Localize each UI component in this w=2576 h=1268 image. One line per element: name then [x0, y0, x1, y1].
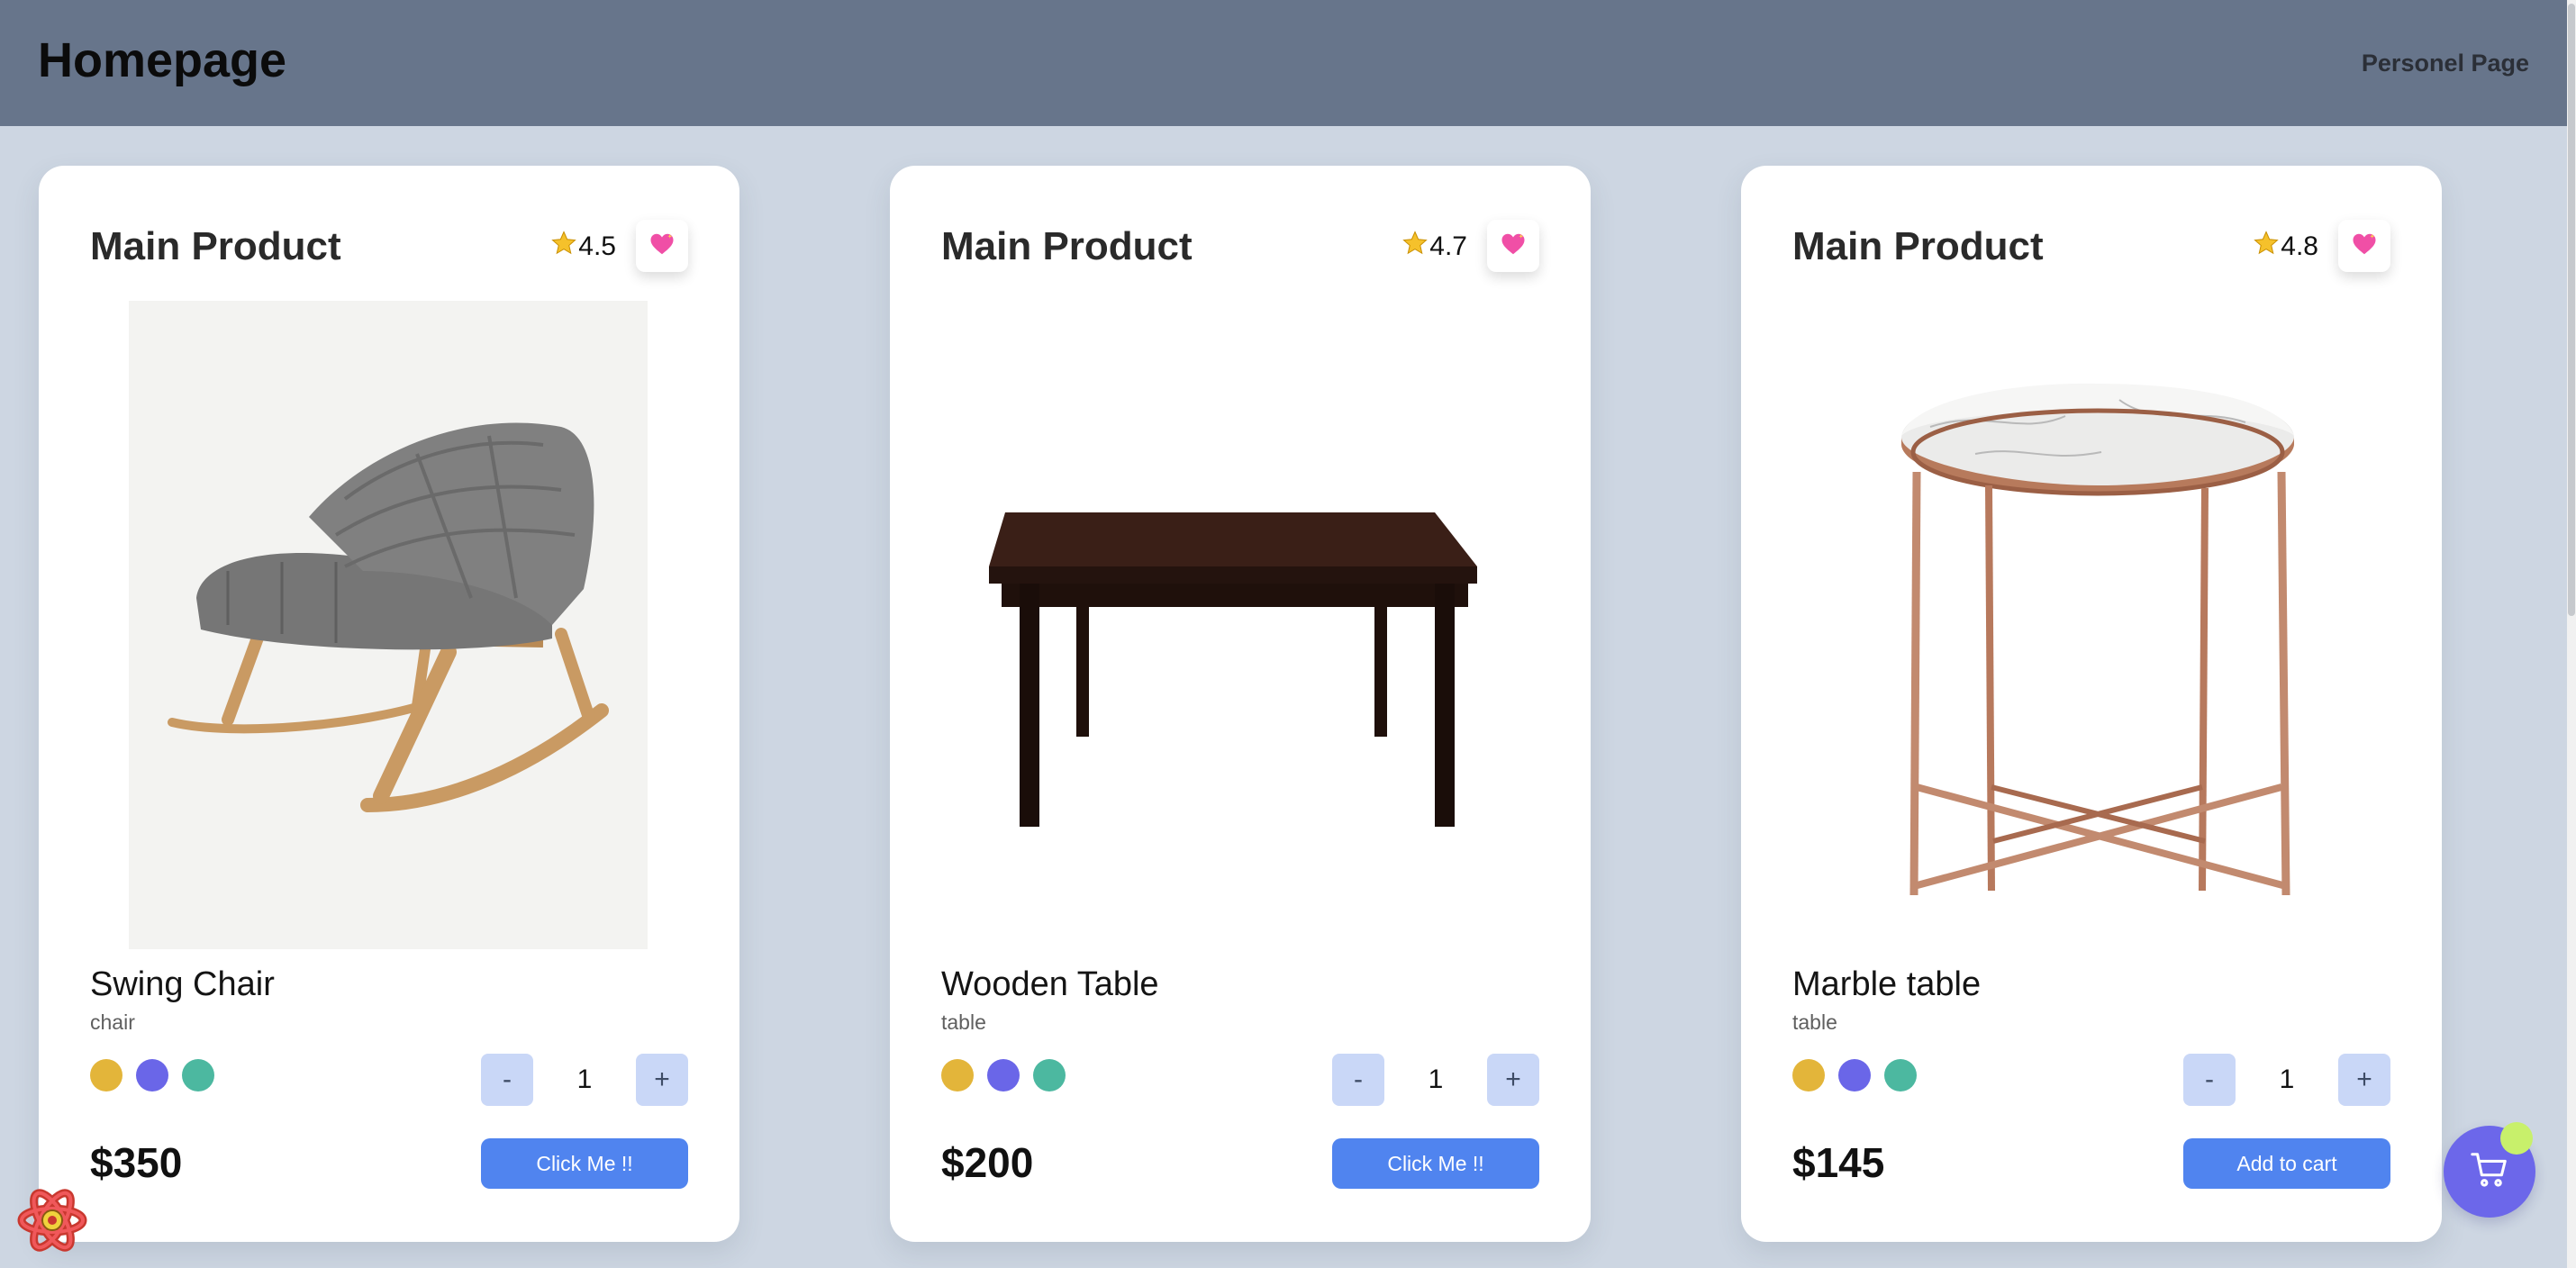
marble-table-illustration: [1901, 383, 2294, 896]
quantity-value: 1: [576, 1064, 593, 1094]
product-image: [129, 301, 648, 949]
color-swatch-indigo[interactable]: [136, 1059, 168, 1091]
rating: 4.5: [550, 220, 616, 274]
color-swatch-yellow[interactable]: [941, 1059, 974, 1091]
click-me-button[interactable]: Click Me !!: [1332, 1138, 1539, 1189]
color-swatch-teal[interactable]: [1884, 1059, 1917, 1091]
color-swatch-teal[interactable]: [182, 1059, 214, 1091]
product-category: chair: [90, 1010, 135, 1034]
decrement-button[interactable]: -: [1332, 1054, 1384, 1106]
card-header: Main Product 4.7: [941, 220, 1539, 274]
quantity-stepper: - 1 +: [2183, 1054, 2390, 1106]
quantity-stepper: - 1 +: [481, 1054, 688, 1106]
product-price: $350: [90, 1139, 183, 1186]
wooden-table-illustration: [989, 512, 1477, 827]
card-title: Main Product: [90, 224, 341, 268]
quantity-value: 1: [1428, 1064, 1444, 1094]
rating: 4.7: [1401, 220, 1467, 274]
personel-page-link[interactable]: Personel Page: [2362, 50, 2529, 77]
color-swatch-yellow[interactable]: [1792, 1059, 1825, 1091]
star-icon: [2253, 230, 2280, 264]
color-swatch-indigo[interactable]: [1838, 1059, 1871, 1091]
rocking-chair-illustration: [168, 422, 609, 812]
rating: 4.8: [2253, 220, 2318, 274]
rating-value: 4.5: [578, 231, 616, 261]
rating-value: 4.7: [1429, 231, 1467, 261]
color-swatches: [1792, 1059, 1917, 1091]
rating-value: 4.8: [2281, 231, 2318, 261]
card-title: Main Product: [1792, 224, 2044, 268]
decrement-button[interactable]: -: [481, 1054, 533, 1106]
product-image: [1831, 301, 2350, 949]
product-category: table: [1792, 1010, 1837, 1034]
heart-icon: [1500, 231, 1527, 262]
increment-button[interactable]: +: [1487, 1054, 1539, 1106]
color-swatch-teal[interactable]: [1033, 1059, 1066, 1091]
color-swatch-yellow[interactable]: [90, 1059, 122, 1091]
product-price: $145: [1792, 1139, 1885, 1186]
product-name: Swing Chair: [90, 965, 275, 1003]
star-icon: [1401, 230, 1429, 264]
add-to-cart-button[interactable]: Add to cart: [2183, 1138, 2390, 1189]
heart-icon: [649, 231, 676, 262]
favorite-button[interactable]: [2338, 220, 2390, 272]
scrollbar[interactable]: [2567, 0, 2576, 1268]
react-logo[interactable]: [16, 1184, 88, 1256]
quantity-stepper: - 1 +: [1332, 1054, 1539, 1106]
card-header: Main Product 4.5: [90, 220, 688, 274]
cart-badge: [2500, 1122, 2533, 1155]
color-swatch-indigo[interactable]: [987, 1059, 1020, 1091]
color-swatches: [90, 1059, 214, 1091]
cart-icon: [2469, 1149, 2510, 1195]
top-header: Homepage Personel Page: [0, 0, 2567, 126]
product-category: table: [941, 1010, 986, 1034]
click-me-button[interactable]: Click Me !!: [481, 1138, 688, 1189]
page-title: Homepage: [38, 33, 287, 87]
card-title: Main Product: [941, 224, 1193, 268]
card-header: Main Product 4.8: [1792, 220, 2390, 274]
increment-button[interactable]: +: [2338, 1054, 2390, 1106]
favorite-button[interactable]: [636, 220, 688, 272]
product-card: Main Product 4.8 Marble table table - 1 …: [1741, 166, 2442, 1242]
product-name: Marble table: [1792, 965, 1982, 1003]
product-name: Wooden Table: [941, 965, 1159, 1003]
quantity-value: 1: [2279, 1064, 2295, 1094]
product-card: Main Product 4.5 Swing Chair chair - 1 +…: [39, 166, 739, 1242]
star-icon: [550, 230, 577, 264]
product-card: Main Product 4.7 Wooden Table table - 1 …: [890, 166, 1591, 1242]
increment-button[interactable]: +: [636, 1054, 688, 1106]
favorite-button[interactable]: [1487, 220, 1539, 272]
heart-icon: [2351, 231, 2378, 262]
product-image: [980, 301, 1499, 949]
scrollbar-thumb[interactable]: [2568, 4, 2575, 616]
decrement-button[interactable]: -: [2183, 1054, 2236, 1106]
product-price: $200: [941, 1139, 1034, 1186]
color-swatches: [941, 1059, 1066, 1091]
